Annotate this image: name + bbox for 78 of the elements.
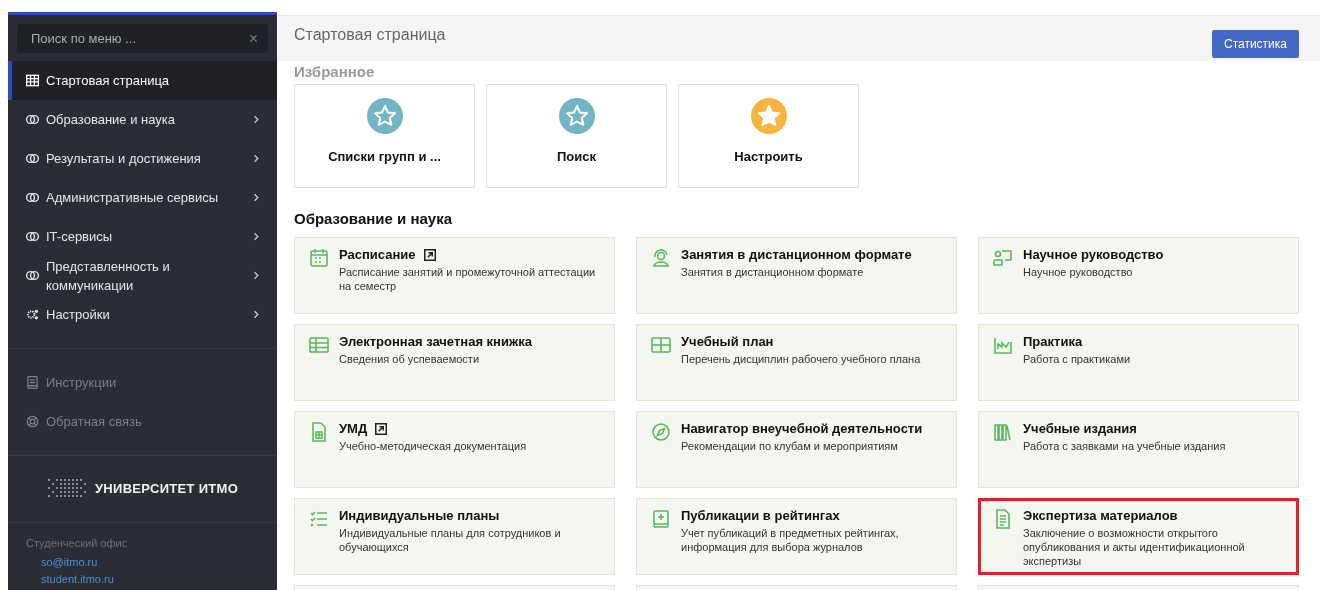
card-description: Заключение о возможности открытого опубликования и акты идентификационной экспертизы: [1023, 526, 1246, 568]
service-card[interactable]: Учебный план Перечень дисциплин рабочего учебного плана: [636, 324, 957, 401]
card-title: Индивидуальные планы: [339, 509, 500, 523]
service-card[interactable]: Индивидуальные планы Индивидуальные планы для сотрудников и обучающихся: [294, 498, 615, 575]
grid-icon: [651, 335, 671, 355]
card-title: Навигатор внеучебной деятельности: [681, 422, 923, 436]
card-title: Расписание: [339, 248, 416, 262]
statistics-button[interactable]: Статистика: [1211, 30, 1299, 58]
service-card[interactable]: Занятия в дистанционном формате Занятия в дистанционном формате: [636, 237, 957, 314]
card-description: Работа с заявками на учебные издания: [1023, 439, 1226, 453]
service-card[interactable]: Научное руководство Научное руководство: [978, 237, 1299, 314]
card-description: Расписание занятий и промежуточной аттестации на семестр: [339, 265, 597, 293]
menu-item[interactable]: Образование и наука: [8, 100, 277, 139]
page-title: Стартовая страница: [294, 26, 446, 44]
service-card[interactable]: Практика Работа с практиками: [978, 324, 1299, 401]
books-icon: [993, 422, 1013, 442]
card-title: УМД: [339, 422, 368, 436]
card-title: Практика: [1023, 335, 1083, 349]
menu-item[interactable]: Представленность и коммуникации: [8, 256, 277, 295]
link[interactable]: student.itmo.ru: [41, 571, 259, 588]
menu-item[interactable]: IT-сервисы: [8, 217, 277, 256]
card-description: Работа с практиками: [1023, 352, 1131, 366]
spreadsheet-icon: [309, 422, 329, 442]
service-card[interactable]: Публикации в рейтингах Учет публикаций в предметных рейтингах, информация для выбора журналов: [636, 498, 957, 575]
card-description: Сведения об успеваемости: [339, 352, 481, 366]
card-description: Перечень дисциплин рабочего учебного плана: [681, 352, 921, 366]
service-card[interactable]: Расписание Расписание занятий и промежуточной аттестации на семестр: [294, 237, 615, 314]
card-description: Учет публикаций в предметных рейтингах, информация для выбора журналов: [681, 526, 900, 554]
card-description: Учебно-методическая документация: [339, 439, 527, 453]
calendar-icon: [309, 248, 329, 268]
lifebuoy-icon: [26, 415, 39, 428]
card-title: Публикации в рейтингах: [681, 509, 840, 523]
section-heading: Образование и наука: [294, 210, 453, 227]
card-description: Научное руководство: [1023, 265, 1134, 279]
logo-text: УНИВЕРСИТЕТ ИТМО: [94, 480, 239, 496]
chart-icon: [993, 335, 1013, 355]
gears-icon: [26, 308, 39, 321]
card-title: Учебные издания: [1023, 422, 1137, 436]
menu-item[interactable]: Административные сервисы: [8, 178, 277, 217]
menu-item[interactable]: Настройки: [8, 295, 277, 334]
favorite-card[interactable]: Поиск: [486, 84, 667, 188]
card-title: Электронная зачетная книжка: [339, 335, 532, 349]
card-description: Индивидуальные планы для сотрудников и обучающихся: [339, 526, 562, 554]
office-label: Студенческий офис: [26, 537, 129, 549]
service-card[interactable]: УМД Учебно-методическая документация: [294, 411, 615, 488]
service-card[interactable]: Экспертиза материалов Заключение о возможности открытого опубликования и акты идентификационной экспертизы: [978, 498, 1299, 575]
favorite-card[interactable]: Списки групп и ...: [294, 84, 475, 188]
card-title: Учебный план: [681, 335, 774, 349]
service-card[interactable]: Навигатор внеучебной деятельности Рекомендации по клубам и мероприятиям: [636, 411, 957, 488]
book-icon: [651, 509, 671, 529]
section-heading: Избранное: [294, 63, 376, 80]
book-icon: [26, 376, 39, 389]
card-description: Рекомендации по клубам и мероприятиям: [681, 439, 899, 453]
card-title: Занятия в дистанционном формате: [681, 248, 912, 262]
service-card[interactable]: Учебные издания Работа с заявками на учебные издания: [978, 411, 1299, 488]
checklist-icon: [309, 509, 329, 529]
toggle-icon: [26, 269, 39, 282]
toggle-icon: [26, 113, 39, 126]
card-title: Экспертиза материалов: [1023, 509, 1178, 523]
logo-dots-icon: [46, 478, 87, 498]
card-title: Научное руководство: [1023, 248, 1164, 262]
toggle-icon: [26, 152, 39, 165]
toggle-icon: [26, 191, 39, 204]
card-description: Занятия в дистанционном формате: [681, 265, 865, 279]
table-icon: [309, 335, 329, 355]
grid-icon: [26, 74, 39, 87]
service-card[interactable]: Электронная зачетная книжка Сведения об успеваемости: [294, 324, 615, 401]
search-field[interactable]: Поиск по меню ... ×: [17, 24, 268, 53]
menu-item[interactable]: Стартовая страница: [8, 61, 277, 100]
favorite-card[interactable]: Настроить: [678, 84, 859, 188]
presenter-icon: [993, 248, 1013, 268]
document-icon: [993, 509, 1013, 529]
compass-icon: [651, 422, 671, 442]
link[interactable]: so@itmo.ru: [41, 554, 259, 571]
headset-icon: [651, 248, 671, 268]
menu-item[interactable]: Результаты и достижения: [8, 139, 277, 178]
clear-icon[interactable]: ×: [248, 29, 258, 48]
toggle-icon: [26, 230, 39, 243]
